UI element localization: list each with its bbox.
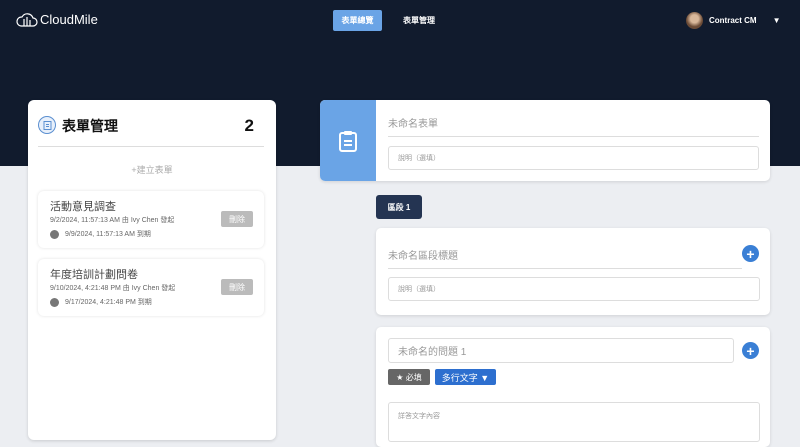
brand-name: CloudMile (40, 11, 98, 27)
form-created: 9/2/2024, 11:57:13 AM 由 Ivy Chen 發起 (50, 217, 175, 224)
user-menu[interactable]: Contract CM ▼ (686, 12, 780, 29)
section-description-input[interactable]: 說明（選填） (388, 277, 760, 301)
top-nav: CloudMile 表單總覽 表單管理 Contract CM ▼ (0, 0, 800, 42)
due-text: 9/17/2024, 4:21:48 PM 到期 (65, 299, 152, 306)
create-form-button[interactable]: +建立表單 (28, 163, 276, 176)
question-type-dropdown[interactable]: 多行文字 ▼ (435, 369, 496, 385)
form-description-input[interactable]: 說明（選填） (388, 146, 759, 170)
form-management-panel: 表單管理 2 +建立表單 活動意見調查 9/2/2024, 11:57:13 A… (28, 100, 276, 440)
question-card: 未命名的問題 1 + 詳答文字內容 (376, 327, 770, 447)
section-card: 未命名區段標題 + 說明（選填） (376, 228, 770, 315)
form-count: 2 (244, 116, 254, 135)
tab-form-management[interactable]: 表單管理 (395, 10, 443, 31)
due-text: 9/9/2024, 11:57:13 AM 到期 (65, 231, 151, 238)
required-toggle[interactable]: ★ 必填 (388, 369, 430, 385)
list-item[interactable]: 活動意見調查 9/2/2024, 11:57:13 AM 由 Ivy Chen … (38, 191, 264, 248)
form-created: 9/10/2024, 4:21:48 PM 由 Ivy Chen 發起 (50, 285, 176, 292)
tab-form-overview[interactable]: 表單總覽 (333, 10, 382, 31)
form-title-input[interactable]: 未命名表單 (388, 115, 759, 137)
caret-down-icon[interactable]: ▼ (773, 16, 781, 25)
delete-button[interactable]: 刪除 (221, 211, 253, 227)
question-title-input[interactable]: 未命名的問題 1 (388, 338, 734, 363)
delete-button[interactable]: 刪除 (221, 279, 253, 295)
form-name: 年度培訓計劃問卷 (50, 269, 138, 281)
brand-logo[interactable]: CloudMile (16, 11, 98, 27)
clock-icon (50, 297, 59, 307)
section-title-input[interactable]: 未命名區段標題 (388, 247, 742, 269)
list-item[interactable]: 年度培訓計劃問卷 9/10/2024, 4:21:48 PM 由 Ivy Che… (38, 259, 264, 316)
add-icon[interactable]: + (742, 245, 759, 262)
cloud-logo-icon (16, 13, 38, 27)
form-name: 活動意見調查 (50, 201, 116, 213)
clock-icon (50, 229, 59, 239)
form-due: 9/9/2024, 11:57:13 AM 到期 (50, 229, 151, 239)
clipboard-icon (38, 116, 56, 134)
form-due: 9/17/2024, 4:21:48 PM 到期 (50, 297, 152, 307)
panel-header: 表單管理 2 (38, 116, 264, 147)
section-label[interactable]: 區段 1 (376, 195, 422, 219)
user-name: Contract CM (709, 16, 757, 25)
avatar (686, 12, 703, 29)
answer-textarea[interactable]: 詳答文字內容 (388, 402, 760, 442)
form-header-card: 未命名表單 說明（選填） (320, 100, 770, 181)
clipboard-icon (320, 100, 376, 181)
panel-title: 表單管理 (62, 118, 118, 134)
add-icon[interactable]: + (742, 342, 759, 359)
